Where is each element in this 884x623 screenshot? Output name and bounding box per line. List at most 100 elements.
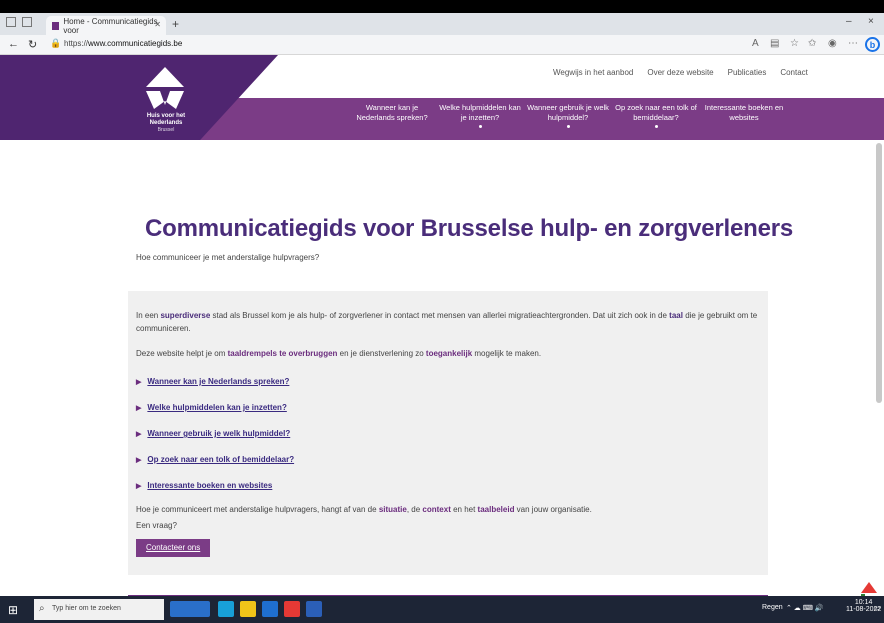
link-tolk[interactable]: ▶ Op zoek naar een tolk of bemiddelaar? [136,455,294,464]
nav-label: Interessante boeken en websites [704,103,784,122]
triangle-right-icon: ▶ [136,431,142,438]
text-span: en het [450,505,478,514]
back-icon[interactable]: ← [8,38,19,50]
text-span: In een [136,311,161,320]
logo-title: Huis voor het Nederlands [146,113,186,126]
outro-paragraph: Hoe je communiceert met anderstalige hul… [136,503,760,516]
text-span: en je dienstverlening zo [337,349,426,358]
triangle-right-icon: ▶ [136,405,142,412]
keyword-context: context [422,505,451,514]
windows-start-icon[interactable]: ⊞ [8,603,18,617]
link-hulpmiddelen[interactable]: ▶ Welke hulpmiddelen kan je inzetten? [136,403,287,412]
edge-icon[interactable] [218,601,234,617]
tab-actions-icon[interactable] [22,17,32,27]
logo-text: Huis voor het Nederlands Brussel [138,113,194,134]
file-explorer-icon[interactable] [240,601,256,617]
top-link-publicaties[interactable]: Publicaties [728,68,767,77]
keyword-taalbeleid: taalbeleid [477,505,515,514]
screen: Home - Communicatiegids voor ✕ + – × ← ↻… [0,0,884,623]
favorite-star-icon[interactable]: ☆ [790,38,799,49]
keyword-superdiverse: superdiverse [160,311,211,320]
url-domain: www.communicatiegids.be [88,39,183,48]
page-title: Communicatiegids voor Brusselse hulp- en… [145,215,794,242]
workspaces-icon[interactable] [6,17,16,27]
text-span: van jouw organisatie. [514,505,592,514]
more-icon[interactable]: ⋯ [848,38,858,49]
triangle-right-icon: ▶ [136,457,142,464]
nav-item-boeken[interactable]: Interessante boeken en websites [700,103,788,128]
taskbar-search-input[interactable]: ⌕ Typ hier om te zoeken [34,599,164,620]
page-subtitle: Hoe communiceer je met anderstalige hulp… [136,253,320,262]
contact-button[interactable]: Contacteer ons [136,539,211,557]
nav-label: Welke hulpmiddelen kan je inzetten? [439,103,521,122]
nav-item-tolk[interactable]: Op zoek naar een tolk of bemiddelaar? [612,103,700,128]
keyword-situatie: situatie [378,505,407,514]
web-page: Huis voor het Nederlands Brussel Wegwijs… [0,55,884,596]
nav-item-nederlands[interactable]: Wanneer kan je Nederlands spreken? [348,103,436,128]
intro-panel: In een superdiverse stad als Brussel kom… [128,291,768,575]
link-label: Interessante boeken en websites [147,481,273,490]
news-icon[interactable] [170,601,210,617]
top-link-aanbod[interactable]: Wegwijs in het aanbod [553,68,633,77]
close-window-button[interactable]: × [868,16,874,27]
link-welk-hulpmiddel[interactable]: ▶ Wanneer gebruik je welk hulpmiddel? [136,429,290,438]
question-text: Een vraag? [136,521,177,530]
outlook-icon[interactable] [262,601,278,617]
search-icon: ⌕ [39,603,45,614]
triangle-right-icon: ▶ [136,379,142,386]
tab-title: Home - Communicatiegids voor [63,16,158,35]
nav-item-welk-hulpmiddel[interactable]: Wanneer gebruik je welk hulpmiddel? [524,103,612,128]
nav-item-hulpmiddelen[interactable]: Welke hulpmiddelen kan je inzetten? [436,103,524,128]
word-icon[interactable] [306,601,322,617]
text-span: mogelijk te maken. [472,349,542,358]
immersive-reader-icon[interactable]: ▤ [770,38,779,49]
search-placeholder: Typ hier om te zoeken [52,605,121,612]
browser-window: Home - Communicatiegids voor ✕ + – × ← ↻… [0,13,884,596]
link-label: Wanneer kan je Nederlands spreken? [147,377,290,386]
url-prefix: https:// [64,39,89,48]
triangle-right-icon: ▶ [136,483,142,490]
utility-nav: Wegwijs in het aanbod Over deze website … [553,68,808,77]
text-span: Deze website helpt je om [136,349,228,358]
top-link-contact[interactable]: Contact [780,68,808,77]
minimize-button[interactable]: – [846,16,852,27]
aim-paragraph: Deze website helpt je om taaldrempels te… [136,347,760,360]
acrobat-icon[interactable] [284,601,300,617]
link-label: Welke hulpmiddelen kan je inzetten? [147,403,287,412]
tab-bar: Home - Communicatiegids voor ✕ + – × [0,13,884,35]
new-tab-button[interactable]: + [172,17,179,31]
tab-close-icon[interactable]: ✕ [154,20,161,29]
bing-icon[interactable]: b [865,37,880,52]
read-aloud-icon[interactable]: A [752,38,759,49]
feedback-icon[interactable] [858,579,880,596]
dropdown-dot-icon [566,125,570,128]
lock-icon[interactable]: 🔒 [50,38,61,49]
weather-text[interactable]: Regen [762,604,783,611]
refresh-icon[interactable]: ↻ [28,38,37,51]
browser-tab[interactable]: Home - Communicatiegids voor ✕ [46,16,166,35]
text-span: , de [406,505,423,514]
link-label: Op zoek naar een tolk of bemiddelaar? [147,455,295,464]
scrollbar[interactable] [876,143,882,403]
top-link-over[interactable]: Over deze website [647,68,713,77]
nav-label: Op zoek naar een tolk of bemiddelaar? [615,103,697,122]
extensions-icon[interactable]: ◉ [828,38,837,49]
tray-icons[interactable]: ⌃ ☁ ⌨ 🔊 [786,604,824,612]
nav-label: Wanneer kan je Nederlands spreken? [356,103,428,122]
text-span: stad als Brussel kom je als hulp- of zor… [210,311,670,320]
link-boeken[interactable]: ▶ Interessante boeken en websites [136,481,272,490]
main-nav: Wanneer kan je Nederlands spreken? Welke… [348,103,788,128]
favorites-icon[interactable]: ✩ [808,38,816,49]
link-nederlands[interactable]: ▶ Wanneer kan je Nederlands spreken? [136,377,289,386]
notifications-icon[interactable]: ▭ [874,604,881,612]
dropdown-dot-icon [478,125,482,128]
time-text: 10:14 [854,599,873,606]
logo-subtitle: Brussel [157,127,175,133]
dropdown-dot-icon [654,125,658,128]
url-field[interactable]: https://www.communicatiegids.be [64,39,182,48]
keyword-taal: taal [669,311,683,320]
taskbar: ⊞ ⌕ Typ hier om te zoeken Regen ⌃ ☁ ⌨ 🔊 … [0,596,884,623]
link-label: Wanneer gebruik je welk hulpmiddel? [147,429,291,438]
keyword-toegankelijk: toegankelijk [425,349,473,358]
nav-label: Wanneer gebruik je welk hulpmiddel? [527,103,609,122]
